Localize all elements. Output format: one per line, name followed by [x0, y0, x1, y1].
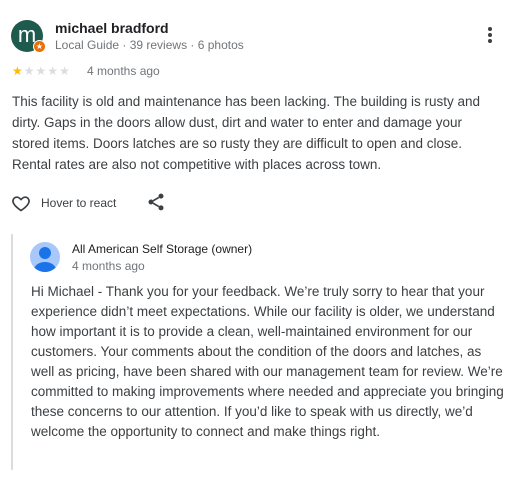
- owner-name: All American Self Storage (owner): [72, 242, 253, 256]
- more-vert-icon[interactable]: [480, 26, 500, 46]
- review-text: This facility is old and maintenance has…: [12, 94, 481, 172]
- star-empty-icon: ★: [35, 64, 48, 78]
- person-icon: [33, 247, 57, 272]
- share-icon[interactable]: [146, 192, 166, 212]
- react-button[interactable]: Hover to react: [11, 192, 116, 214]
- heart-outline-icon: [12, 196, 30, 212]
- react-label: Hover to react: [41, 196, 117, 210]
- star-filled-icon: ★: [12, 64, 24, 78]
- reviewer-name[interactable]: michael bradford: [55, 20, 169, 36]
- reviewer-meta: Local Guide · 39 reviews · 6 photos: [55, 38, 244, 52]
- review-age: 4 months ago: [87, 64, 160, 78]
- owner-avatar: [30, 242, 60, 272]
- star-rating: ★★★★★: [12, 64, 71, 78]
- owner-reply-text: Hi Michael - Thank you for your feedback…: [31, 284, 504, 439]
- owner-reply-age: 4 months ago: [72, 259, 145, 273]
- local-guide-badge-icon: ★: [33, 40, 46, 53]
- star-empty-icon: ★: [47, 64, 60, 78]
- star-empty-icon: ★: [59, 64, 71, 78]
- star-empty-icon: ★: [23, 64, 36, 78]
- reply-divider: [11, 234, 13, 470]
